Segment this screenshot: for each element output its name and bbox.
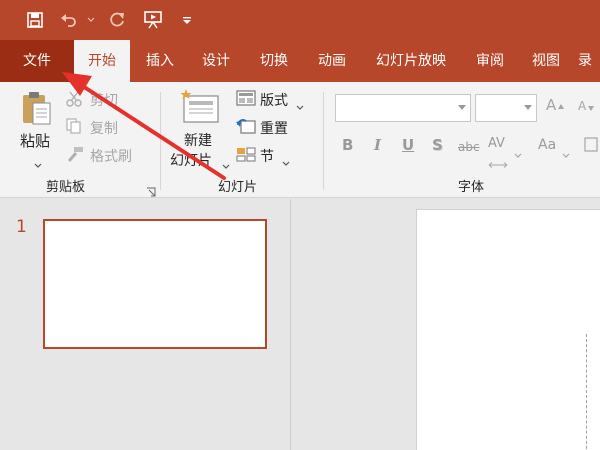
annotation-arrow-icon [62, 72, 226, 180]
